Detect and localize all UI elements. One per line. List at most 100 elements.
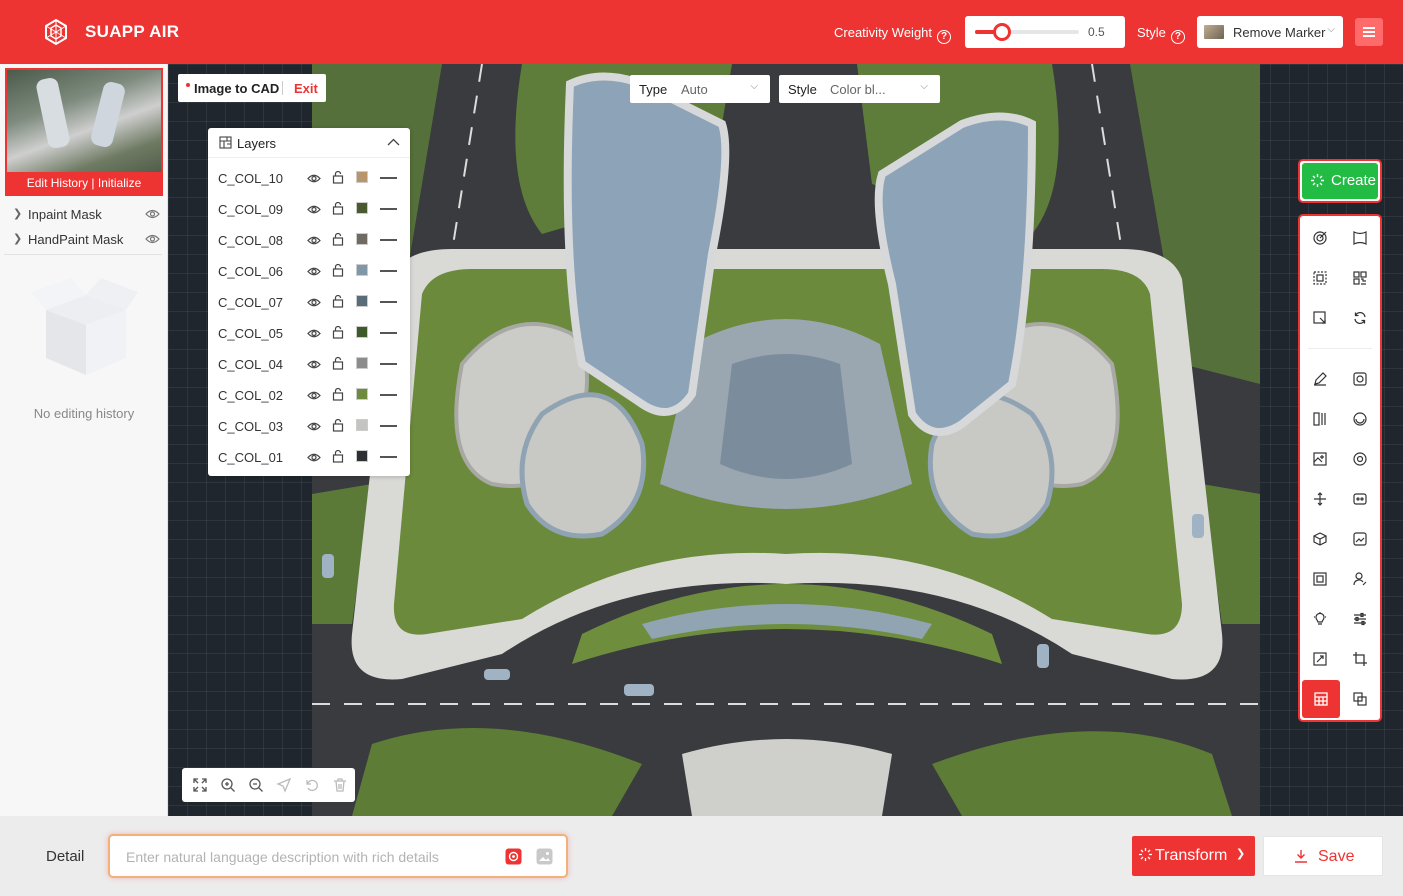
layer-color-swatch[interactable] — [356, 171, 368, 183]
chevron-up-icon[interactable] — [387, 136, 400, 149]
tool-move[interactable] — [1306, 485, 1334, 513]
tool-pen[interactable] — [1306, 365, 1334, 393]
eye-icon[interactable] — [307, 389, 321, 404]
layer-row[interactable]: C_COL_09 — [208, 193, 410, 224]
line-style-icon[interactable] — [380, 301, 397, 303]
layer-color-swatch[interactable] — [356, 264, 368, 276]
menu-button[interactable] — [1355, 18, 1383, 46]
mask-item-inpaint[interactable]: ❯ Inpaint Mask — [4, 202, 164, 227]
layer-row[interactable]: C_COL_01 — [208, 441, 410, 472]
tool-copy[interactable] — [1346, 685, 1374, 713]
lock-icon[interactable] — [332, 325, 344, 342]
layer-row[interactable]: C_COL_05 — [208, 317, 410, 348]
eye-icon[interactable] — [145, 233, 160, 245]
eye-icon[interactable] — [307, 234, 321, 249]
creativity-weight-slider[interactable]: 0.5 — [965, 16, 1125, 48]
tool-refresh[interactable] — [1346, 304, 1374, 332]
tool-scan[interactable] — [1346, 365, 1374, 393]
layer-row[interactable]: C_COL_02 — [208, 379, 410, 410]
eye-icon[interactable] — [307, 265, 321, 280]
layer-row[interactable]: C_COL_08 — [208, 224, 410, 255]
layer-row[interactable]: C_COL_10 — [208, 162, 410, 193]
layer-color-swatch[interactable] — [356, 326, 368, 338]
chevron-down-icon[interactable]: ❯ — [1236, 847, 1245, 860]
detail-input-wrapper[interactable] — [108, 834, 568, 878]
lock-icon[interactable] — [332, 170, 344, 187]
layer-row[interactable]: C_COL_04 — [208, 348, 410, 379]
help-icon[interactable]: ? — [937, 30, 952, 44]
undo-icon[interactable] — [304, 777, 320, 793]
eye-icon[interactable] — [307, 451, 321, 466]
lock-icon[interactable] — [332, 356, 344, 373]
tool-image-to-cad[interactable] — [1302, 680, 1340, 718]
layer-color-swatch[interactable] — [356, 450, 368, 462]
line-style-icon[interactable] — [380, 239, 397, 241]
ai-assist-icon[interactable] — [505, 848, 522, 865]
tool-split[interactable] — [1306, 405, 1334, 433]
chevron-right-icon[interactable]: ❯ — [13, 227, 22, 252]
eye-icon[interactable] — [307, 327, 321, 342]
history-thumbnail[interactable]: Edit History | Initialize — [5, 68, 163, 196]
tool-sphere[interactable] — [1346, 405, 1374, 433]
tool-target[interactable] — [1306, 224, 1334, 252]
lock-icon[interactable] — [332, 232, 344, 249]
slider-thumb[interactable] — [993, 23, 1012, 41]
detail-input[interactable] — [126, 847, 486, 867]
tool-cube[interactable] — [1306, 525, 1334, 553]
tool-frame[interactable] — [1306, 565, 1334, 593]
fit-screen-icon[interactable] — [192, 777, 208, 793]
line-style-icon[interactable] — [380, 270, 397, 272]
tool-face-frame[interactable] — [1346, 485, 1374, 513]
tool-lightbulb[interactable] — [1306, 605, 1334, 633]
slider-track[interactable] — [975, 23, 1079, 41]
tool-add-image[interactable] — [1306, 445, 1334, 473]
layer-color-swatch[interactable] — [356, 233, 368, 245]
lock-icon[interactable] — [332, 418, 344, 435]
lock-icon[interactable] — [332, 201, 344, 218]
style-dropdown[interactable]: Style Color bl... ⌵ — [779, 75, 940, 103]
eye-icon[interactable] — [307, 358, 321, 373]
image-upload-icon[interactable] — [536, 848, 553, 865]
line-style-icon[interactable] — [380, 425, 397, 427]
lock-icon[interactable] — [332, 263, 344, 280]
mask-item-handpaint[interactable]: ❯ HandPaint Mask — [4, 227, 164, 252]
chevron-right-icon[interactable]: ❯ — [13, 202, 22, 227]
layer-color-swatch[interactable] — [356, 419, 368, 431]
exit-button[interactable]: Exit — [294, 81, 318, 96]
lock-icon[interactable] — [332, 387, 344, 404]
eye-icon[interactable] — [307, 296, 321, 311]
layer-color-swatch[interactable] — [356, 295, 368, 307]
help-icon[interactable]: ? — [1170, 30, 1185, 44]
type-dropdown[interactable]: Type Auto ⌵ — [630, 75, 770, 103]
eye-icon[interactable] — [307, 420, 321, 435]
pointer-icon[interactable] — [276, 777, 292, 793]
style-select[interactable]: Remove Marker ⌵ — [1197, 16, 1343, 48]
transform-button[interactable]: Transform ❯ — [1132, 836, 1255, 876]
create-button-frame[interactable]: Create — [1298, 159, 1382, 203]
line-style-icon[interactable] — [380, 394, 397, 396]
line-style-icon[interactable] — [380, 363, 397, 365]
layer-color-swatch[interactable] — [356, 357, 368, 369]
tool-aperture[interactable] — [1346, 445, 1374, 473]
save-button[interactable]: Save — [1263, 836, 1383, 876]
line-style-icon[interactable] — [380, 456, 397, 458]
tool-person-edit[interactable] — [1346, 565, 1374, 593]
tool-image-edit[interactable] — [1346, 525, 1374, 553]
eye-icon[interactable] — [145, 208, 160, 220]
tool-warp[interactable] — [1346, 224, 1374, 252]
layer-color-swatch[interactable] — [356, 202, 368, 214]
tool-crop[interactable] — [1346, 645, 1374, 673]
layer-color-swatch[interactable] — [356, 388, 368, 400]
edit-history-initialize-button[interactable]: Edit History | Initialize — [7, 172, 161, 194]
line-style-icon[interactable] — [380, 208, 397, 210]
tool-select-region[interactable] — [1306, 264, 1334, 292]
trash-icon[interactable] — [332, 777, 348, 793]
line-style-icon[interactable] — [380, 332, 397, 334]
eye-icon[interactable] — [307, 203, 321, 218]
tool-crop-select[interactable] — [1306, 304, 1334, 332]
layers-header[interactable]: Layers — [208, 128, 410, 158]
tool-adjust[interactable] — [1346, 605, 1374, 633]
create-button[interactable]: Create — [1302, 163, 1378, 199]
layer-row[interactable]: C_COL_03 — [208, 410, 410, 441]
tool-expand-image[interactable] — [1306, 645, 1334, 673]
